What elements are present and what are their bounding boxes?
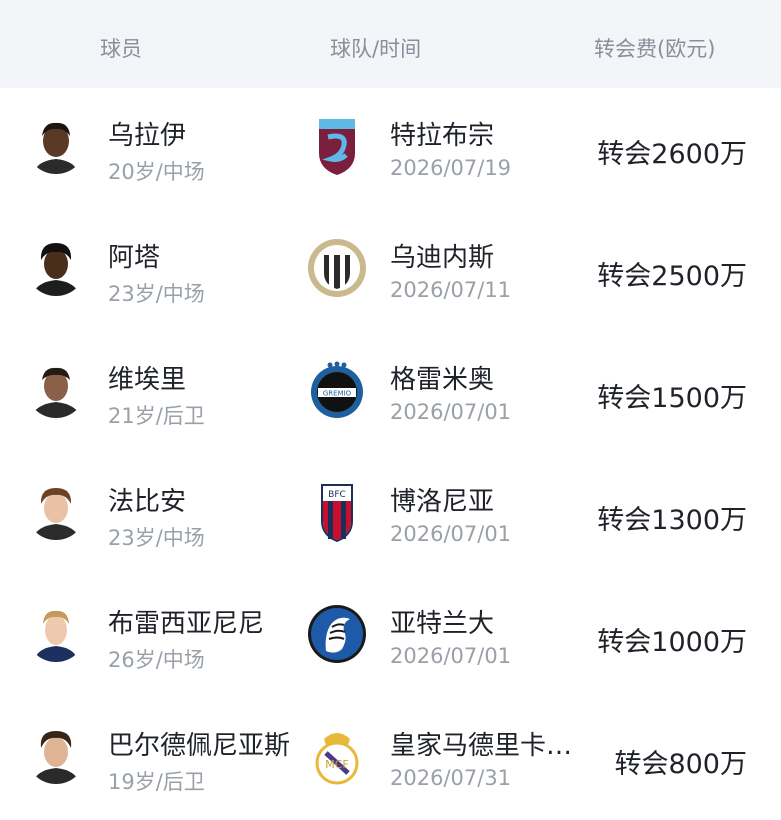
team-name[interactable]: 博洛尼亚 xyxy=(390,481,494,518)
player-name[interactable]: 维埃里 xyxy=(108,359,186,396)
transfer-fee: 转会1500万 xyxy=(597,383,747,414)
svg-text:GREMIO: GREMIO xyxy=(323,390,352,398)
header-player: 球员 xyxy=(100,37,142,61)
player-age-position: 21岁/后卫 xyxy=(108,404,205,428)
transfer-row[interactable]: 维埃里 21岁/后卫 GREMIO 格雷米奥 2026/07/01 转会1500… xyxy=(0,332,781,454)
player-name[interactable]: 巴尔德佩尼亚斯 xyxy=(108,725,290,762)
player-avatar xyxy=(26,358,86,418)
header-team-time: 球队/时间 xyxy=(330,37,422,61)
player-avatar xyxy=(26,480,86,540)
team-name[interactable]: 特拉布宗 xyxy=(390,115,494,152)
player-age-position: 20岁/中场 xyxy=(108,160,205,184)
player-name[interactable]: 布雷西亚尼尼 xyxy=(108,603,264,640)
transfer-fee: 转会800万 xyxy=(614,749,747,780)
transfer-row[interactable]: 巴尔德佩尼亚斯 19岁/后卫 MCF 皇家马德里卡… 2026/07/31 转会… xyxy=(0,698,781,820)
team-name[interactable]: 皇家马德里卡… xyxy=(390,725,572,762)
team-name[interactable]: 亚特兰大 xyxy=(390,603,494,640)
team-name[interactable]: 格雷米奥 xyxy=(390,359,494,396)
player-age-position: 23岁/中场 xyxy=(108,526,205,550)
bologna-logo-icon: BFC xyxy=(306,481,368,543)
real-madrid-logo-icon: MCF xyxy=(306,725,368,787)
transfer-date: 2026/07/11 xyxy=(390,278,512,302)
transfer-fee: 转会2500万 xyxy=(597,261,747,292)
player-avatar xyxy=(26,236,86,296)
transfer-row[interactable]: 布雷西亚尼尼 26岁/中场 亚特兰大 2026/07/01 转会1000万 xyxy=(0,576,781,698)
player-age-position: 23岁/中场 xyxy=(108,282,205,306)
transfer-date: 2026/07/01 xyxy=(390,522,512,546)
player-avatar xyxy=(26,724,86,784)
trabzonspor-logo-icon xyxy=(306,115,368,177)
gremio-logo-icon: GREMIO xyxy=(306,359,368,421)
team-name[interactable]: 乌迪内斯 xyxy=(390,237,494,274)
header-fee: 转会费(欧元) xyxy=(594,37,716,61)
transfer-date: 2026/07/01 xyxy=(390,400,512,424)
player-name[interactable]: 乌拉伊 xyxy=(108,115,186,152)
transfer-row[interactable]: 乌拉伊 20岁/中场 特拉布宗 2026/07/19 转会2600万 xyxy=(0,88,781,210)
svg-text:MCF: MCF xyxy=(325,758,349,771)
player-name[interactable]: 法比安 xyxy=(108,481,186,518)
udinese-logo-icon xyxy=(306,237,368,299)
transfer-fee: 转会2600万 xyxy=(597,139,747,170)
player-name[interactable]: 阿塔 xyxy=(108,237,160,274)
svg-text:BFC: BFC xyxy=(328,490,346,500)
transfer-row[interactable]: 法比安 23岁/中场 BFC 博洛尼亚 2026/07/01 转会1300万 xyxy=(0,454,781,576)
player-avatar xyxy=(26,602,86,662)
table-header: 球员 球队/时间 转会费(欧元) xyxy=(0,0,781,88)
transfer-fee: 转会1300万 xyxy=(597,505,747,536)
transfer-date: 2026/07/19 xyxy=(390,156,512,180)
player-age-position: 19岁/后卫 xyxy=(108,770,205,794)
transfer-fee: 转会1000万 xyxy=(597,627,747,658)
transfer-date: 2026/07/31 xyxy=(390,766,512,790)
transfer-row[interactable]: 阿塔 23岁/中场 乌迪内斯 2026/07/11 转会2500万 xyxy=(0,210,781,332)
player-age-position: 26岁/中场 xyxy=(108,648,205,672)
transfer-date: 2026/07/01 xyxy=(390,644,512,668)
atalanta-logo-icon xyxy=(306,603,368,665)
player-avatar xyxy=(26,114,86,174)
